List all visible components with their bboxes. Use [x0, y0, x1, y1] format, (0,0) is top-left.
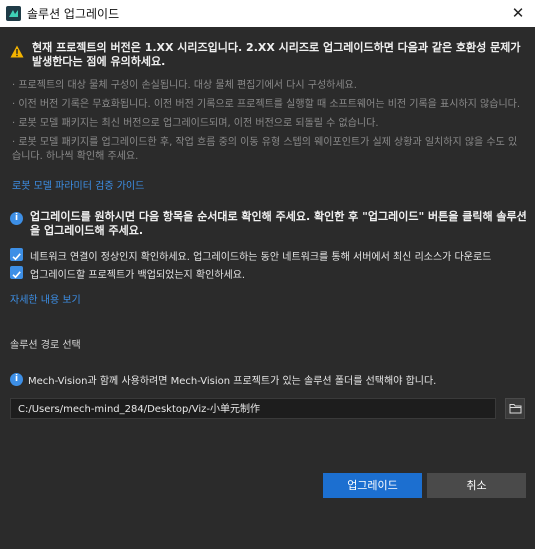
compatibility-issue-list: · 프로젝트의 대상 물체 구성이 손실됩니다. 대상 물체 편집기에서 다시 … [12, 79, 526, 169]
solution-path-input[interactable]: C:/Users/mech-mind_284/Desktop/Viz-小单元制作 [10, 398, 496, 419]
list-item: · 로봇 모델 패키지를 업그레이드한 후, 작업 흐름 중의 이동 유형 스텝… [12, 137, 518, 162]
checkmark-icon [12, 253, 21, 261]
dialog-body: 현재 프로젝트의 버전은 1.XX 시리즈입니다. 2.XX 시리즈로 업그레이… [0, 27, 535, 549]
warning-message: 현재 프로젝트의 버전은 1.XX 시리즈입니다. 2.XX 시리즈로 업그레이… [32, 41, 521, 68]
list-item: · 이전 버전 기록은 무효화됩니다. 이전 버전 기록으로 프로젝트를 실행할… [12, 99, 521, 110]
network-check-row[interactable]: 네트워크 연결이 정상인지 확인하세요. 업그레이드하는 동안 네트워크를 통해… [10, 247, 532, 263]
info-icon: i [10, 212, 23, 225]
robot-model-guide-link[interactable]: 로봇 모델 파라미터 검증 가이드 [12, 177, 144, 192]
backup-checkbox[interactable] [10, 266, 23, 279]
view-details-link[interactable]: 자세한 내용 보기 [10, 291, 81, 306]
close-button[interactable]: ✕ [501, 0, 535, 27]
folder-icon [509, 404, 522, 414]
backup-check-label: 업그레이드할 프로젝트가 백업되었는지 확인하세요. [30, 270, 246, 281]
upgrade-button[interactable]: 업그레이드 [323, 473, 422, 498]
app-logo-icon [6, 6, 21, 21]
list-item: · 프로젝트의 대상 물체 구성이 손실됩니다. 대상 물체 편집기에서 다시 … [12, 80, 357, 91]
network-checkbox[interactable] [10, 248, 23, 261]
checkmark-icon [12, 271, 21, 279]
path-info-text: Mech-Vision과 함께 사용하려면 Mech-Vision 프로젝트가 … [28, 376, 437, 387]
solution-path-label: 솔루션 경로 선택 [10, 340, 81, 351]
network-check-label: 네트워크 연결이 정상인지 확인하세요. 업그레이드하는 동안 네트워크를 통해… [30, 252, 492, 263]
backup-check-row[interactable]: 업그레이드할 프로젝트가 백업되었는지 확인하세요. [10, 265, 532, 281]
list-item: · 로봇 모델 패키지는 최신 버전으로 업그레이드되며, 이전 버전으로 되돌… [12, 118, 379, 129]
window-title: 솔루션 업그레이드 [27, 7, 120, 21]
warning-triangle-icon [10, 45, 24, 58]
cancel-button[interactable]: 취소 [427, 473, 526, 498]
title-bar: 솔루션 업그레이드 ✕ [0, 0, 535, 27]
upgrade-instruction-text: 업그레이드를 원하시면 다음 항목을 순서대로 확인해 주세요. 확인한 후 "… [30, 210, 527, 237]
info-icon: i [10, 373, 23, 386]
browse-folder-button[interactable] [505, 398, 525, 419]
